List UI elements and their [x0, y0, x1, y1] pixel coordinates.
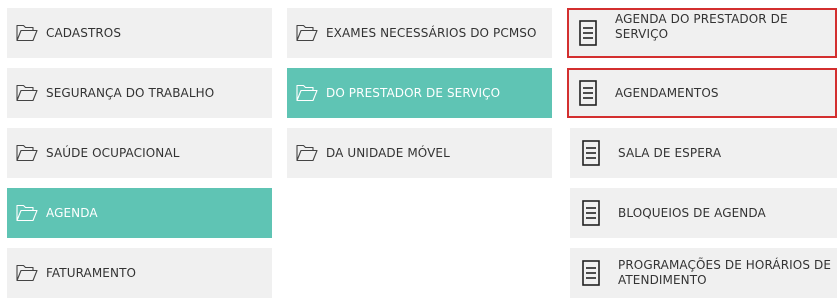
- folder-icon: [295, 23, 319, 43]
- menu-item-agenda[interactable]: AGENDA: [7, 188, 272, 238]
- menu-item-label: SAÚDE OCUPACIONAL: [46, 145, 180, 160]
- menu-item-label: BLOQUEIOS DE AGENDA: [618, 205, 766, 220]
- menu-item-label: DA UNIDADE MÓVEL: [326, 145, 450, 160]
- menu-item-exames-necessarios-pcmso[interactable]: EXAMES NECESSÁRIOS DO PCMSO: [287, 8, 552, 58]
- menu-item-seguranca-do-trabalho[interactable]: SEGURANÇA DO TRABALHO: [7, 68, 272, 118]
- menu-item-label: AGENDA: [46, 205, 98, 220]
- folder-icon: [295, 83, 319, 103]
- menu-item-label: AGENDA DO PRESTADOR DE SERVIÇO: [615, 12, 788, 41]
- menu-item-label: SALA DE ESPERA: [618, 145, 722, 160]
- folder-icon: [15, 143, 39, 163]
- folder-icon: [15, 23, 39, 43]
- menu-item-label: FATURAMENTO: [46, 265, 137, 280]
- folder-icon: [15, 83, 39, 103]
- menu-item-programacoes-de-horarios[interactable]: PROGRAMAÇÕES DE HORÁRIOS DE ATENDIMENTO: [570, 248, 837, 298]
- document-icon: [581, 139, 601, 167]
- document-icon: [581, 259, 601, 287]
- folder-icon: [295, 143, 319, 163]
- menu-item-sala-de-espera[interactable]: SALA DE ESPERA: [570, 128, 837, 178]
- menu-item-cadastros[interactable]: CADASTROS: [7, 8, 272, 58]
- menu-item-da-unidade-movel[interactable]: DA UNIDADE MÓVEL: [287, 128, 552, 178]
- menu-item-label: CADASTROS: [46, 25, 122, 40]
- menu-item-label: AGENDAMENTOS: [615, 85, 719, 100]
- menu-item-bloqueios-de-agenda[interactable]: BLOQUEIOS DE AGENDA: [570, 188, 837, 238]
- document-icon: [578, 19, 598, 47]
- folder-icon: [15, 203, 39, 223]
- menu-item-faturamento[interactable]: FATURAMENTO: [7, 248, 272, 298]
- menu-item-label: EXAMES NECESSÁRIOS DO PCMSO: [326, 25, 537, 40]
- document-icon: [581, 199, 601, 227]
- document-icon: [578, 79, 598, 107]
- menu-item-label: PROGRAMAÇÕES DE HORÁRIOS DE ATENDIMENTO: [618, 258, 832, 287]
- folder-icon: [15, 263, 39, 283]
- menu-item-agendamentos[interactable]: AGENDAMENTOS: [567, 68, 837, 118]
- menu-item-label: DO PRESTADOR DE SERVIÇO: [326, 85, 501, 100]
- menu-item-label: SEGURANÇA DO TRABALHO: [46, 85, 215, 100]
- menu-item-do-prestador-de-servico[interactable]: DO PRESTADOR DE SERVIÇO: [287, 68, 552, 118]
- menu-item-agenda-do-prestador-de-servico[interactable]: AGENDA DO PRESTADOR DE SERVIÇO: [567, 8, 837, 58]
- menu-item-saude-ocupacional[interactable]: SAÚDE OCUPACIONAL: [7, 128, 272, 178]
